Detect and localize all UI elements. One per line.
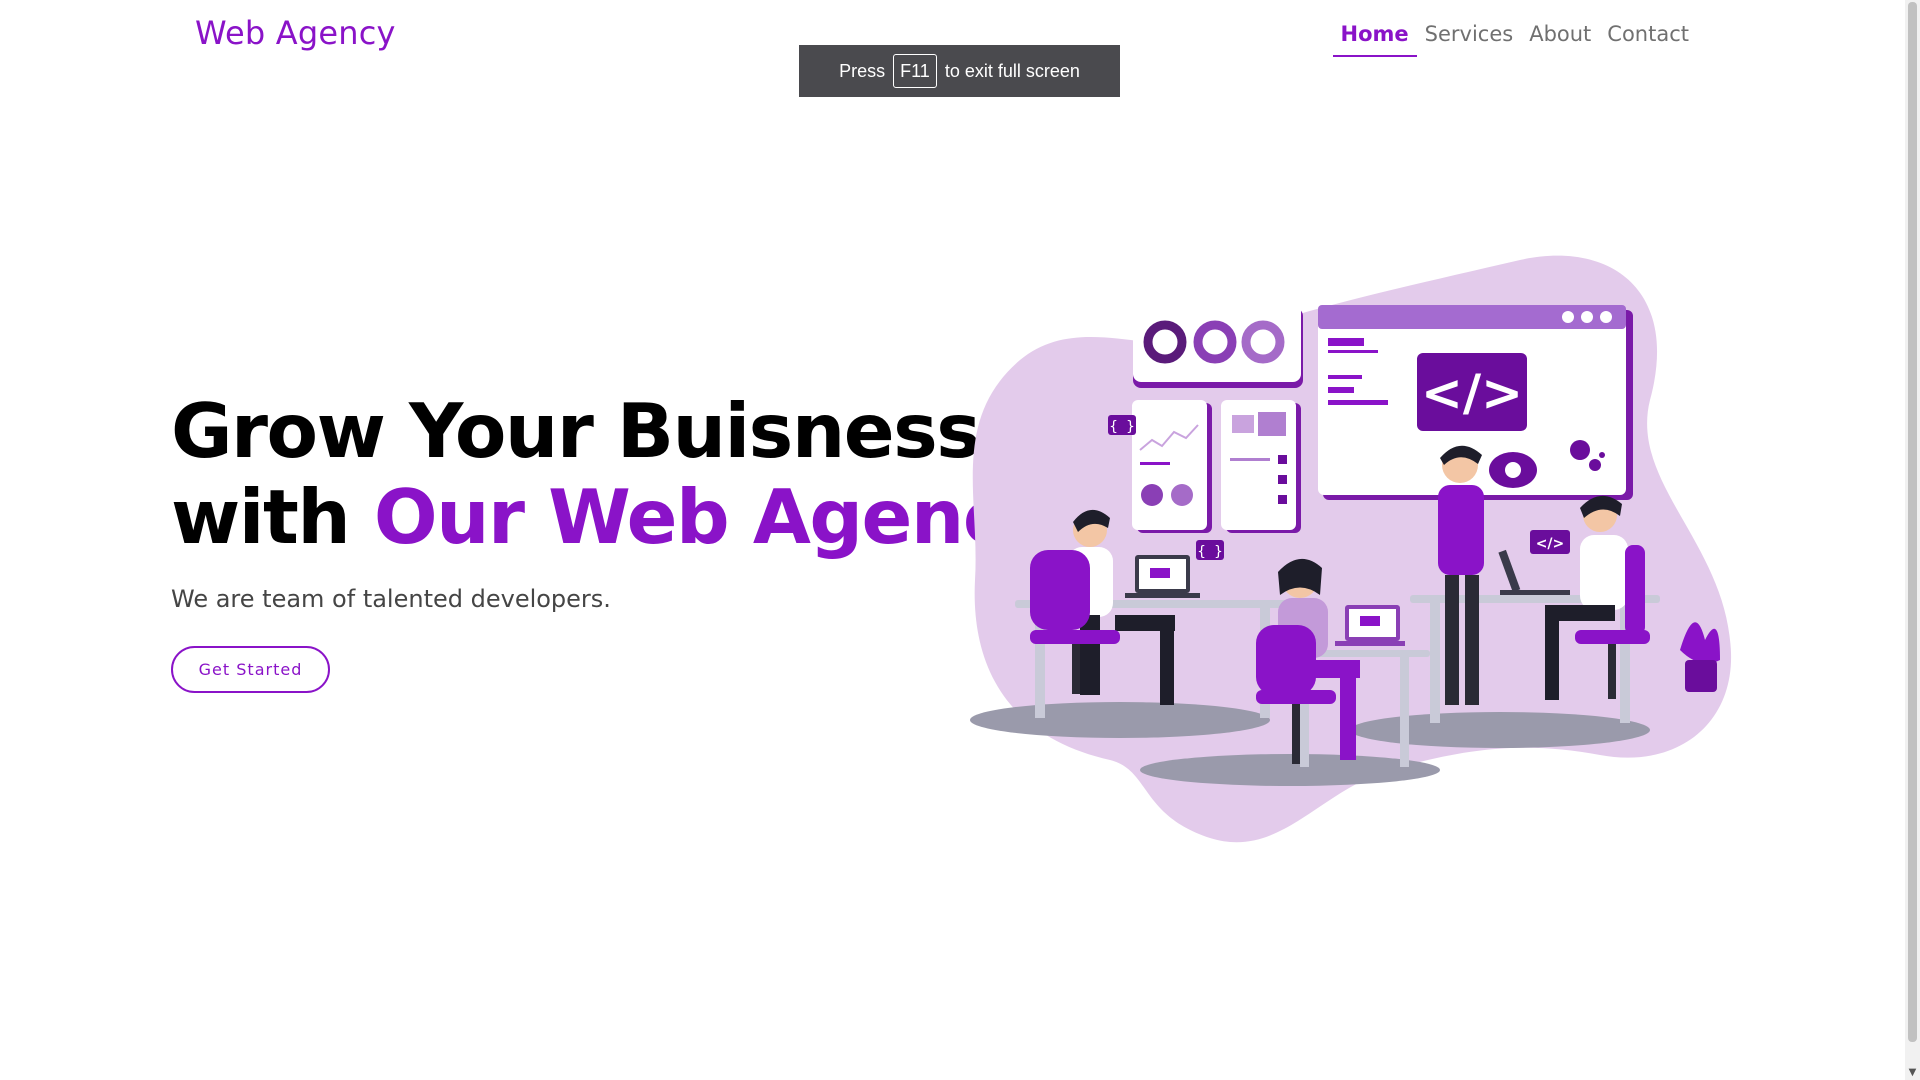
get-started-button[interactable]: Get Started [171, 646, 330, 693]
nav-home[interactable]: Home [1332, 20, 1417, 57]
hero-title-accent: Our Web Agency [373, 473, 1055, 561]
scrollbar-thumb[interactable] [1908, 2, 1917, 1042]
nav-about[interactable]: About [1521, 20, 1599, 56]
code-symbol-small: </> [1536, 536, 1565, 552]
nav-contact[interactable]: Contact [1599, 20, 1697, 56]
hero-title-line1: Grow Your Buisness [171, 387, 981, 475]
nav-services[interactable]: Services [1417, 20, 1522, 56]
main-nav: Home Services About Contact [1332, 20, 1698, 57]
hero-title-prefix: with [171, 473, 374, 561]
fullscreen-toast: Press F11 to exit full screen [799, 45, 1120, 97]
hero-title: Grow Your Buisness with Our Web Agency [171, 387, 1055, 561]
braces-symbol-2: { } [1197, 544, 1222, 560]
hero-subtitle: We are team of talented developers. [171, 585, 611, 613]
donut-card [1133, 302, 1303, 388]
toast-key: F11 [893, 54, 937, 88]
scroll-down-arrow-icon[interactable]: ▼ [1905, 1065, 1920, 1080]
braces-symbol-1: { } [1109, 419, 1134, 435]
speech-bubble [1489, 452, 1537, 488]
toast-suffix: to exit full screen [944, 60, 1080, 81]
hero-illustration: </> { } { } </> [970, 255, 1732, 843]
chart-card [1132, 400, 1212, 533]
brand-logo[interactable]: Web Agency [195, 14, 396, 52]
code-symbol: </> [1421, 364, 1523, 422]
toast-prefix: Press [839, 60, 886, 81]
page-scrollbar[interactable]: ▼ [1905, 0, 1920, 1080]
image-card [1221, 400, 1301, 533]
laptop-left [1125, 555, 1200, 598]
